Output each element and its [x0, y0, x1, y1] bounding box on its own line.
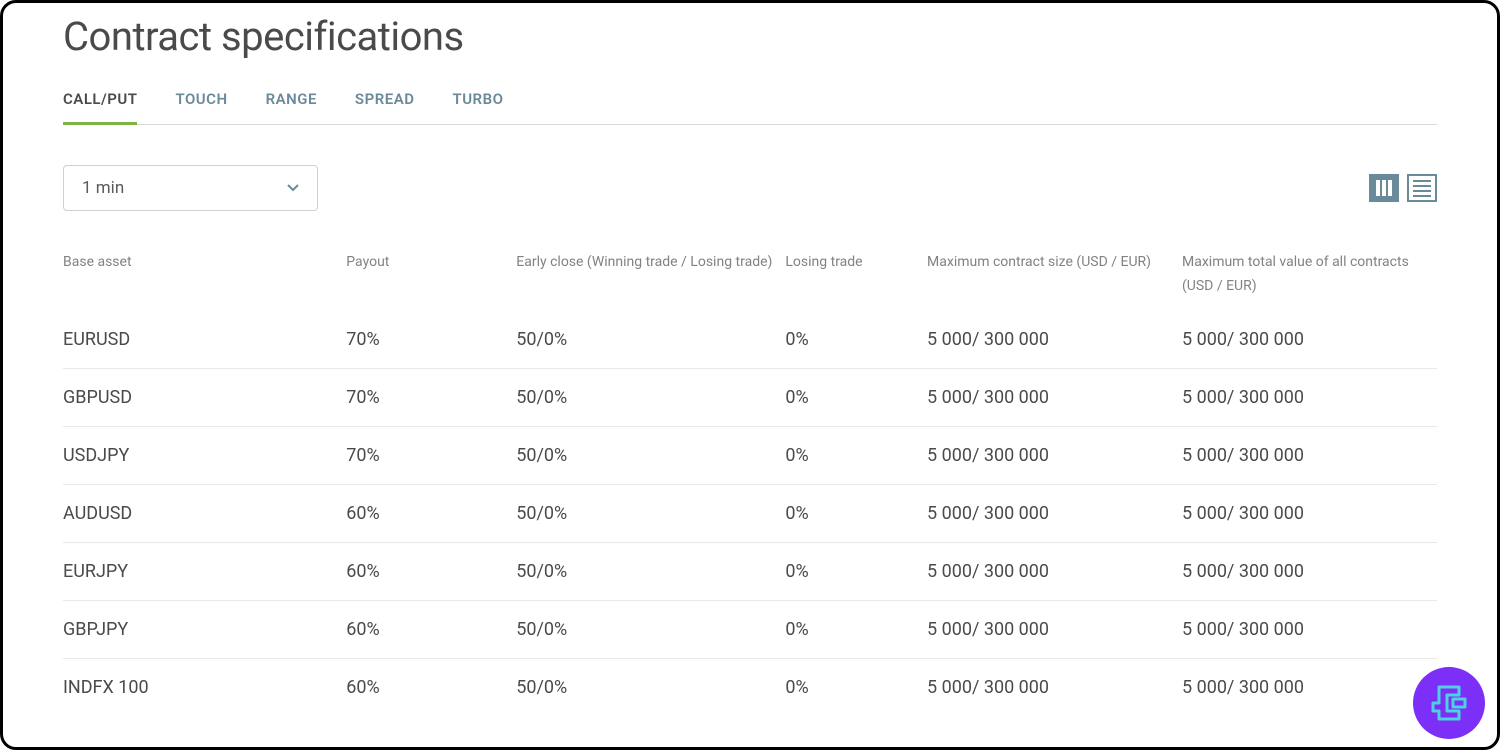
table-row: AUDUSD 60% 50/0% 0% 5 000/ 300 000 5 000…	[63, 484, 1437, 542]
cell-early-close: 50/0%	[516, 426, 785, 484]
cell-max-total: 5 000/ 300 000	[1182, 319, 1437, 369]
cell-losing: 0%	[785, 426, 927, 484]
tab-range[interactable]: RANGE	[266, 90, 317, 125]
dropdown-selected-label: 1 min	[82, 178, 124, 198]
th-max-total-value: Maximum total value of all contracts (US…	[1182, 251, 1437, 319]
cell-losing: 0%	[785, 484, 927, 542]
cell-payout: 60%	[346, 600, 516, 658]
cell-losing: 0%	[785, 600, 927, 658]
columns-view-button[interactable]	[1369, 174, 1399, 202]
table-row: USDJPY 70% 50/0% 0% 5 000/ 300 000 5 000…	[63, 426, 1437, 484]
cell-losing: 0%	[785, 658, 927, 716]
cell-losing: 0%	[785, 368, 927, 426]
cell-max-size: 5 000/ 300 000	[927, 426, 1182, 484]
brand-logo-badge	[1413, 667, 1485, 739]
cell-payout: 70%	[346, 319, 516, 369]
cell-asset: GBPJPY	[63, 600, 346, 658]
columns-icon	[1376, 180, 1392, 196]
table-row: INDFX 100 60% 50/0% 0% 5 000/ 300 000 5 …	[63, 658, 1437, 716]
cell-payout: 60%	[346, 484, 516, 542]
list-view-button[interactable]	[1407, 174, 1437, 202]
cell-max-size: 5 000/ 300 000	[927, 658, 1182, 716]
controls-row: 1 min	[63, 165, 1437, 211]
cell-early-close: 50/0%	[516, 368, 785, 426]
page-title: Contract specifications	[63, 13, 1437, 60]
tab-touch[interactable]: TOUCH	[175, 90, 227, 125]
cell-early-close: 50/0%	[516, 319, 785, 369]
cell-max-total: 5 000/ 300 000	[1182, 484, 1437, 542]
tabs-bar: CALL/PUT TOUCH RANGE SPREAD TURBO	[63, 90, 1437, 125]
th-max-contract-size: Maximum contract size (USD / EUR)	[927, 251, 1182, 319]
specifications-table: Base asset Payout Early close (Winning t…	[63, 251, 1437, 716]
tab-call-put[interactable]: CALL/PUT	[63, 90, 137, 125]
cell-payout: 60%	[346, 658, 516, 716]
cell-payout: 60%	[346, 542, 516, 600]
th-base-asset: Base asset	[63, 251, 346, 319]
view-toggle-group	[1369, 174, 1437, 202]
tab-spread[interactable]: SPREAD	[355, 90, 415, 125]
cell-max-total: 5 000/ 300 000	[1182, 542, 1437, 600]
brand-logo-icon	[1427, 681, 1471, 725]
cell-asset: EURUSD	[63, 319, 346, 369]
table-row: EURJPY 60% 50/0% 0% 5 000/ 300 000 5 000…	[63, 542, 1437, 600]
cell-asset: INDFX 100	[63, 658, 346, 716]
cell-max-size: 5 000/ 300 000	[927, 600, 1182, 658]
cell-asset: USDJPY	[63, 426, 346, 484]
cell-max-size: 5 000/ 300 000	[927, 542, 1182, 600]
cell-early-close: 50/0%	[516, 542, 785, 600]
cell-max-size: 5 000/ 300 000	[927, 484, 1182, 542]
th-early-close: Early close (Winning trade / Losing trad…	[516, 251, 785, 319]
tab-turbo[interactable]: TURBO	[452, 90, 503, 125]
cell-payout: 70%	[346, 368, 516, 426]
cell-early-close: 50/0%	[516, 600, 785, 658]
th-payout: Payout	[346, 251, 516, 319]
table-row: GBPJPY 60% 50/0% 0% 5 000/ 300 000 5 000…	[63, 600, 1437, 658]
cell-asset: EURJPY	[63, 542, 346, 600]
cell-early-close: 50/0%	[516, 484, 785, 542]
th-losing-trade: Losing trade	[785, 251, 927, 319]
cell-payout: 70%	[346, 426, 516, 484]
cell-asset: AUDUSD	[63, 484, 346, 542]
cell-max-total: 5 000/ 300 000	[1182, 426, 1437, 484]
cell-asset: GBPUSD	[63, 368, 346, 426]
duration-dropdown[interactable]: 1 min	[63, 165, 318, 211]
table-row: GBPUSD 70% 50/0% 0% 5 000/ 300 000 5 000…	[63, 368, 1437, 426]
cell-losing: 0%	[785, 542, 927, 600]
cell-max-size: 5 000/ 300 000	[927, 368, 1182, 426]
list-icon	[1413, 180, 1431, 197]
cell-max-size: 5 000/ 300 000	[927, 319, 1182, 369]
cell-early-close: 50/0%	[516, 658, 785, 716]
chevron-down-icon	[287, 180, 299, 196]
cell-max-total: 5 000/ 300 000	[1182, 368, 1437, 426]
cell-max-total: 5 000/ 300 000	[1182, 600, 1437, 658]
cell-losing: 0%	[785, 319, 927, 369]
table-row: EURUSD 70% 50/0% 0% 5 000/ 300 000 5 000…	[63, 319, 1437, 369]
cell-max-total: 5 000/ 300 000	[1182, 658, 1437, 716]
